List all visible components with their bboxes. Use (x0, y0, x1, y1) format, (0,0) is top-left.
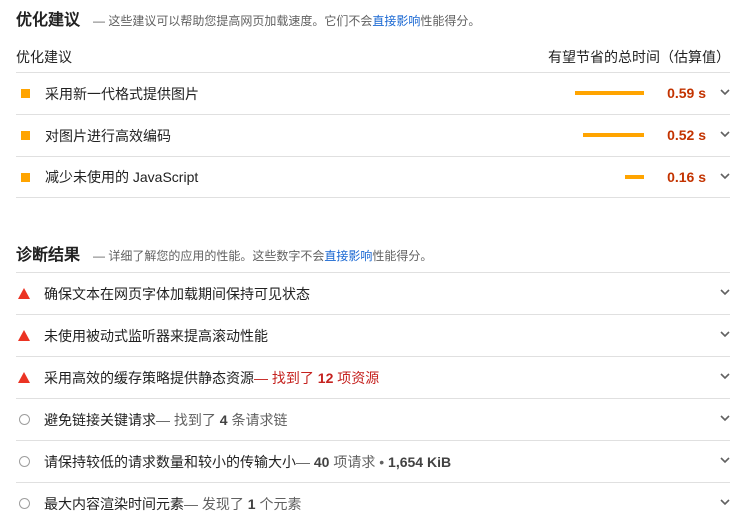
opportunities-desc-tail: 性能得分。 (420, 14, 481, 28)
savings-value: 0.59 s (667, 85, 706, 101)
opportunities-description: — 这些建议可以帮助您提高网页加载速度。它们不会直接影响性能得分。 (93, 12, 480, 29)
summary-prefix: — (296, 453, 314, 470)
savings-indicator: 0.59 s (575, 73, 706, 113)
summary-count: 40 (313, 453, 330, 470)
diagnostic-summary: — 找到了 12 项资源 (254, 368, 379, 388)
diagnostic-label: 最大内容渲染时间元素 (44, 495, 184, 512)
opportunities-title: 优化建议 (16, 12, 81, 29)
opportunity-row[interactable]: 对图片进行高效编码 0.52 s (16, 114, 730, 156)
savings-value: 0.52 s (667, 127, 706, 143)
diagnostics-desc-tail: 性能得分。 (372, 249, 433, 263)
info-circle-icon (19, 456, 30, 467)
summary-count: 1 (247, 495, 256, 512)
diagnostic-row[interactable]: 请保持较低的请求数量和较小的传输大小 — 40 项请求 • 1,654 KiB (16, 440, 730, 482)
summary-suffix: 个元素 (255, 495, 302, 512)
summary-count: 12 (317, 369, 334, 386)
chevron-down-icon[interactable] (720, 371, 730, 381)
fail-triangle-icon (18, 288, 30, 299)
savings-bar (575, 91, 644, 95)
fail-triangle-icon (18, 372, 30, 383)
diagnostics-title: 诊断结果 (16, 247, 81, 264)
diagnostics-direct-impact-link[interactable]: 直接影响 (324, 249, 372, 263)
chevron-down-icon[interactable] (720, 171, 730, 181)
opportunity-label: 采用新一代格式提供图片 (45, 85, 199, 102)
diagnostic-row[interactable]: 采用高效的缓存策略提供静态资源 — 找到了 12 项资源 (16, 356, 730, 398)
savings-bar (625, 175, 644, 179)
opportunities-direct-impact-link[interactable]: 直接影响 (372, 14, 420, 28)
chevron-down-icon[interactable] (720, 129, 730, 139)
diagnostics-description: — 详细了解您的应用的性能。这些数字不会直接影响性能得分。 (93, 247, 432, 264)
chevron-down-icon[interactable] (720, 413, 730, 423)
diagnostic-label: 避免链接关键请求 (44, 411, 156, 428)
average-square-icon (21, 89, 30, 98)
summary-suffix: 条请求链 (227, 411, 288, 428)
opportunity-row[interactable]: 减少未使用的 JavaScript 0.16 s (16, 156, 730, 198)
diagnostic-summary: — 找到了 4 条请求链 (156, 410, 287, 430)
summary-suffix: 项请求 • (329, 453, 389, 470)
diagnostic-row[interactable]: 最大内容渲染时间元素 — 发现了 1 个元素 (16, 482, 730, 516)
opportunity-label: 减少未使用的 JavaScript (45, 169, 199, 185)
diagnostics-desc-text: — 详细了解您的应用的性能。这些数字不会 (93, 249, 325, 263)
chevron-down-icon[interactable] (720, 87, 730, 97)
opportunities-column-header: 优化建议 有望节省的总时间（估算值） (16, 42, 730, 72)
diagnostic-label: 未使用被动式监听器来提高滚动性能 (44, 327, 268, 344)
column-opportunity: 优化建议 (16, 49, 72, 65)
average-square-icon (21, 131, 30, 140)
diagnostic-summary: — 40 项请求 • 1,654 KiB (296, 452, 451, 472)
summary-prefix: — 发现了 (184, 495, 248, 512)
summary-prefix: — 找到了 (254, 369, 318, 386)
info-circle-icon (19, 414, 30, 425)
info-circle-icon (19, 498, 30, 509)
diagnostic-label: 确保文本在网页字体加载期间保持可见状态 (44, 285, 310, 302)
savings-value: 0.16 s (667, 169, 706, 185)
diagnostic-label: 请保持较低的请求数量和较小的传输大小 (44, 453, 296, 470)
diagnostics-header: 诊断结果 — 详细了解您的应用的性能。这些数字不会直接影响性能得分。 (16, 241, 432, 265)
diagnostic-row[interactable]: 避免链接关键请求 — 找到了 4 条请求链 (16, 398, 730, 440)
chevron-down-icon[interactable] (720, 287, 730, 297)
chevron-down-icon[interactable] (720, 455, 730, 465)
opportunity-label: 对图片进行高效编码 (45, 127, 171, 144)
summary-count: 4 (219, 411, 228, 428)
diagnostic-row[interactable]: 确保文本在网页字体加载期间保持可见状态 (16, 272, 730, 314)
fail-triangle-icon (18, 330, 30, 341)
diagnostic-row[interactable]: 未使用被动式监听器来提高滚动性能 (16, 314, 730, 356)
summary-size: 1,654 KiB (388, 453, 452, 470)
summary-suffix: 项资源 (333, 369, 380, 386)
savings-bar (583, 133, 644, 137)
column-estimated-savings: 有望节省的总时间（估算值） (548, 49, 730, 65)
diagnostic-summary: — 发现了 1 个元素 (184, 494, 301, 514)
savings-indicator: 0.16 s (625, 157, 706, 197)
summary-prefix: — 找到了 (156, 411, 220, 428)
opportunities-header: 优化建议 — 这些建议可以帮助您提高网页加载速度。它们不会直接影响性能得分。 (16, 6, 480, 30)
opportunities-desc-text: — 这些建议可以帮助您提高网页加载速度。它们不会 (93, 14, 373, 28)
average-square-icon (21, 172, 30, 182)
diagnostic-label: 采用高效的缓存策略提供静态资源 (44, 369, 254, 386)
chevron-down-icon[interactable] (720, 497, 730, 507)
chevron-down-icon[interactable] (720, 329, 730, 339)
savings-indicator: 0.52 s (583, 115, 706, 155)
opportunity-row[interactable]: 采用新一代格式提供图片 0.59 s (16, 72, 730, 114)
